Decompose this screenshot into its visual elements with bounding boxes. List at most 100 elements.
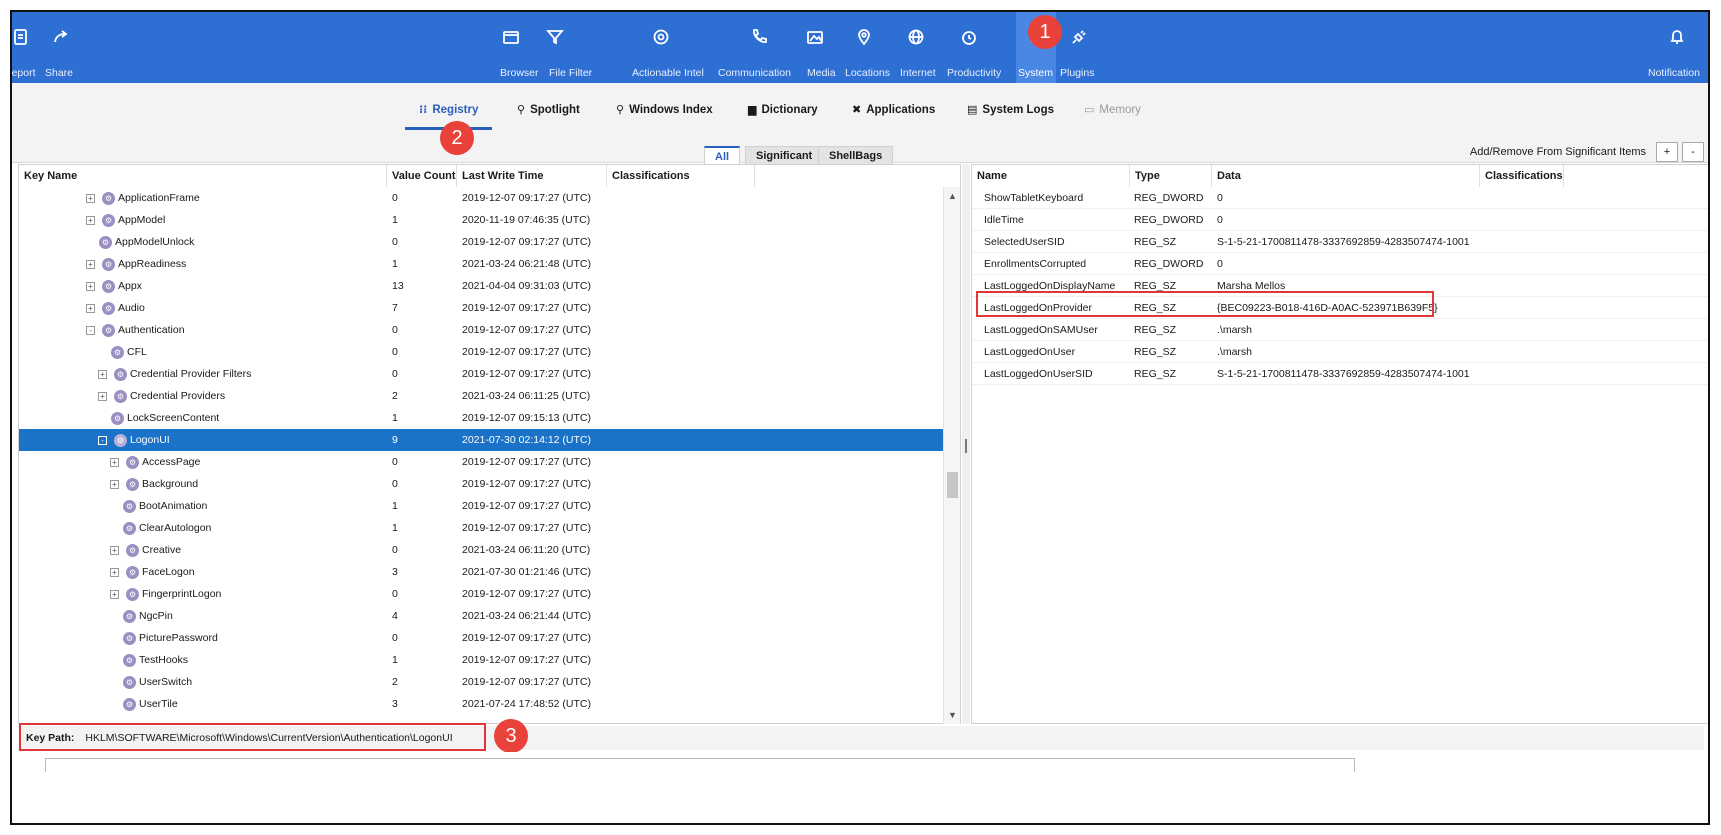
- panel-splitter[interactable]: [962, 164, 970, 724]
- file-filter-button[interactable]: [546, 28, 564, 46]
- tab-applications[interactable]: ✖ Applications: [852, 103, 936, 117]
- communication-button[interactable]: [750, 28, 768, 46]
- col-name[interactable]: Name: [972, 165, 1130, 187]
- col-classifications[interactable]: Classifications: [607, 165, 755, 187]
- col-data[interactable]: Data: [1212, 165, 1480, 187]
- tree-row[interactable]: + ⚙ Audio 7 2019-12-07 09:17:27 (UTC): [19, 297, 943, 319]
- scroll-thumb[interactable]: [947, 472, 958, 498]
- tree-row[interactable]: + ⚙ ApplicationFrame 0 2019-12-07 09:17:27 (…: [19, 187, 943, 209]
- collapse-icon[interactable]: -: [98, 435, 107, 445]
- media-button[interactable]: [806, 28, 824, 46]
- tree-row[interactable]: ⚙ AppModelUnlock 0 2019-12-07 09:17:27 (UTC…: [19, 231, 943, 253]
- last-write-cell: 2019-12-07 09:17:27 (UTC): [462, 368, 591, 380]
- memory-icon: ▭: [1084, 104, 1095, 116]
- tree-row[interactable]: ⚙ LockScreenContent 1 2019-12-07 09:15:13 (…: [19, 407, 943, 429]
- key-name-text: AccessPage: [142, 456, 201, 468]
- tree-row[interactable]: - ⚙ LogonUI 9 2021-07-30 02:14:12 (UTC): [19, 429, 943, 451]
- expand-icon[interactable]: +: [110, 479, 119, 489]
- filter-all[interactable]: All: [704, 146, 741, 166]
- col-value-classifications[interactable]: Classifications: [1480, 165, 1564, 187]
- tree-row[interactable]: + ⚙ Credential Provider Filters 0 2019-12-07…: [19, 363, 943, 385]
- expand-icon[interactable]: +: [110, 567, 119, 577]
- actionable-intel-button[interactable]: [652, 28, 670, 46]
- key-name-text: Authentication: [118, 324, 185, 336]
- expand-icon[interactable]: +: [86, 259, 95, 269]
- tab-spotlight[interactable]: ⚲ Spotlight: [517, 103, 580, 117]
- value-row[interactable]: EnrollmentsCorrupted REG_DWORD 0: [972, 253, 1708, 275]
- tree-key-name: + ⚙ AppReadiness: [86, 253, 186, 275]
- expand-icon[interactable]: +: [86, 215, 95, 225]
- collapse-icon[interactable]: -: [86, 325, 95, 335]
- tree-scrollbar[interactable]: ▲ ▼: [943, 187, 960, 724]
- share-button[interactable]: [52, 28, 70, 46]
- tab-windows-index[interactable]: ⚲ Windows Index: [616, 103, 713, 117]
- report-button[interactable]: [12, 28, 30, 46]
- registry-key-icon: ⚙: [111, 345, 124, 359]
- tree-row[interactable]: - ⚙ Authentication 0 2019-12-07 09:17:27 (UT…: [19, 319, 943, 341]
- col-last-write-time[interactable]: Last Write Time: [457, 165, 607, 187]
- expand-icon[interactable]: +: [86, 303, 95, 313]
- expand-icon[interactable]: +: [110, 545, 119, 555]
- col-type[interactable]: Type: [1130, 165, 1212, 187]
- add-significant-button[interactable]: +: [1656, 142, 1678, 162]
- tree-key-name: + ⚙ AccessPage: [110, 451, 200, 473]
- registry-key-tree: Key Name Value Count Last Write Time Cla…: [18, 164, 961, 724]
- key-rows: + ⚙ ApplicationFrame 0 2019-12-07 09:17:27 (…: [19, 187, 943, 715]
- scroll-down-icon[interactable]: ▼: [948, 710, 957, 720]
- tree-row[interactable]: + ⚙ Creative 0 2021-03-24 06:11:20 (UTC): [19, 539, 943, 561]
- remove-significant-button[interactable]: -: [1682, 142, 1704, 162]
- tree-row[interactable]: + ⚙ AppModel 1 2020-11-19 07:46:35 (UTC): [19, 209, 943, 231]
- expand-icon[interactable]: +: [86, 193, 95, 203]
- plug-icon: [1072, 30, 1086, 44]
- productivity-button[interactable]: [960, 28, 978, 46]
- tree-row[interactable]: ⚙ UserSwitch 2 2019-12-07 09:17:27 (UTC): [19, 671, 943, 693]
- col-value-count[interactable]: Value Count: [387, 165, 457, 187]
- expand-icon[interactable]: +: [110, 457, 119, 467]
- location-icon: [858, 29, 870, 46]
- internet-button[interactable]: [907, 28, 925, 46]
- tree-row[interactable]: + ⚙ Background 0 2019-12-07 09:17:27 (UTC): [19, 473, 943, 495]
- tree-row[interactable]: ⚙ PicturePassword 0 2019-12-07 09:17:27 (UT…: [19, 627, 943, 649]
- value-row[interactable]: SelectedUserSID REG_SZ S-1-5-21-1700811478…: [972, 231, 1708, 253]
- internet-label: Internet: [900, 67, 936, 79]
- tree-row[interactable]: + ⚙ Appx 13 2021-04-04 09:31:03 (UTC): [19, 275, 943, 297]
- tree-row[interactable]: + ⚙ AppReadiness 1 2021-03-24 06:21:48 (UTC): [19, 253, 943, 275]
- tab-dictionary[interactable]: ▆ Dictionary: [748, 103, 818, 117]
- scroll-up-icon[interactable]: ▲: [948, 191, 957, 201]
- tab-system-logs[interactable]: ▤ System Logs: [967, 103, 1054, 117]
- tree-row[interactable]: + ⚙ FaceLogon 3 2021-07-30 01:21:46 (UTC): [19, 561, 943, 583]
- file-filter-label: File Filter: [549, 67, 593, 79]
- plugins-button[interactable]: [1070, 28, 1088, 46]
- registry-key-icon: ⚙: [123, 697, 136, 711]
- tree-row[interactable]: ⚙ CFL 0 2019-12-07 09:17:27 (UTC): [19, 341, 943, 363]
- value-row[interactable]: IdleTime REG_DWORD 0: [972, 209, 1708, 231]
- value-row[interactable]: LastLoggedOnUserSID REG_SZ S-1-5-21-170081…: [972, 363, 1708, 385]
- tree-row[interactable]: + ⚙ FingerprintLogon 0 2019-12-07 09:17:27 (…: [19, 583, 943, 605]
- filter-shellbags[interactable]: ShellBags: [818, 146, 894, 166]
- value-data-cell: .\marsh: [1217, 324, 1253, 336]
- tab-memory: ▭ Memory: [1084, 103, 1141, 117]
- last-write-cell: 2021-03-24 06:11:20 (UTC): [462, 544, 591, 556]
- tree-row[interactable]: ⚙ BootAnimation 1 2019-12-07 09:17:27 (UTC): [19, 495, 943, 517]
- value-row[interactable]: LastLoggedOnUser REG_SZ .\marsh: [972, 341, 1708, 363]
- tree-row[interactable]: ⚙ NgcPin 4 2021-03-24 06:21:44 (UTC): [19, 605, 943, 627]
- key-name-text: AppReadiness: [118, 258, 187, 270]
- expand-icon[interactable]: +: [110, 589, 119, 599]
- filter-significant[interactable]: Significant: [745, 146, 824, 166]
- notification-button[interactable]: [1668, 28, 1686, 46]
- expand-icon[interactable]: +: [98, 369, 107, 379]
- tree-row[interactable]: + ⚙ Credential Providers 2 2021-03-24 06:11:…: [19, 385, 943, 407]
- tree-row[interactable]: ⚙ UserTile 3 2021-07-24 17:48:52 (UTC): [19, 693, 943, 715]
- expand-icon[interactable]: +: [98, 391, 107, 401]
- tab-registry[interactable]: ⁝⁝ Registry: [404, 103, 493, 130]
- tree-row[interactable]: + ⚙ AccessPage 0 2019-12-07 09:17:27 (UTC): [19, 451, 943, 473]
- expand-icon[interactable]: +: [86, 281, 95, 291]
- value-row[interactable]: ShowTabletKeyboard REG_DWORD 0: [972, 187, 1708, 209]
- tree-row[interactable]: ⚙ ClearAutologon 1 2019-12-07 09:17:27 (UTC…: [19, 517, 943, 539]
- locations-button[interactable]: [855, 28, 873, 46]
- tab-applications-label: Applications: [866, 103, 936, 116]
- col-key-name[interactable]: Key Name: [19, 165, 387, 187]
- tree-row[interactable]: ⚙ TestHooks 1 2019-12-07 09:17:27 (UTC): [19, 649, 943, 671]
- browser-button[interactable]: [502, 28, 520, 46]
- value-row[interactable]: LastLoggedOnSAMUser REG_SZ .\marsh: [972, 319, 1708, 341]
